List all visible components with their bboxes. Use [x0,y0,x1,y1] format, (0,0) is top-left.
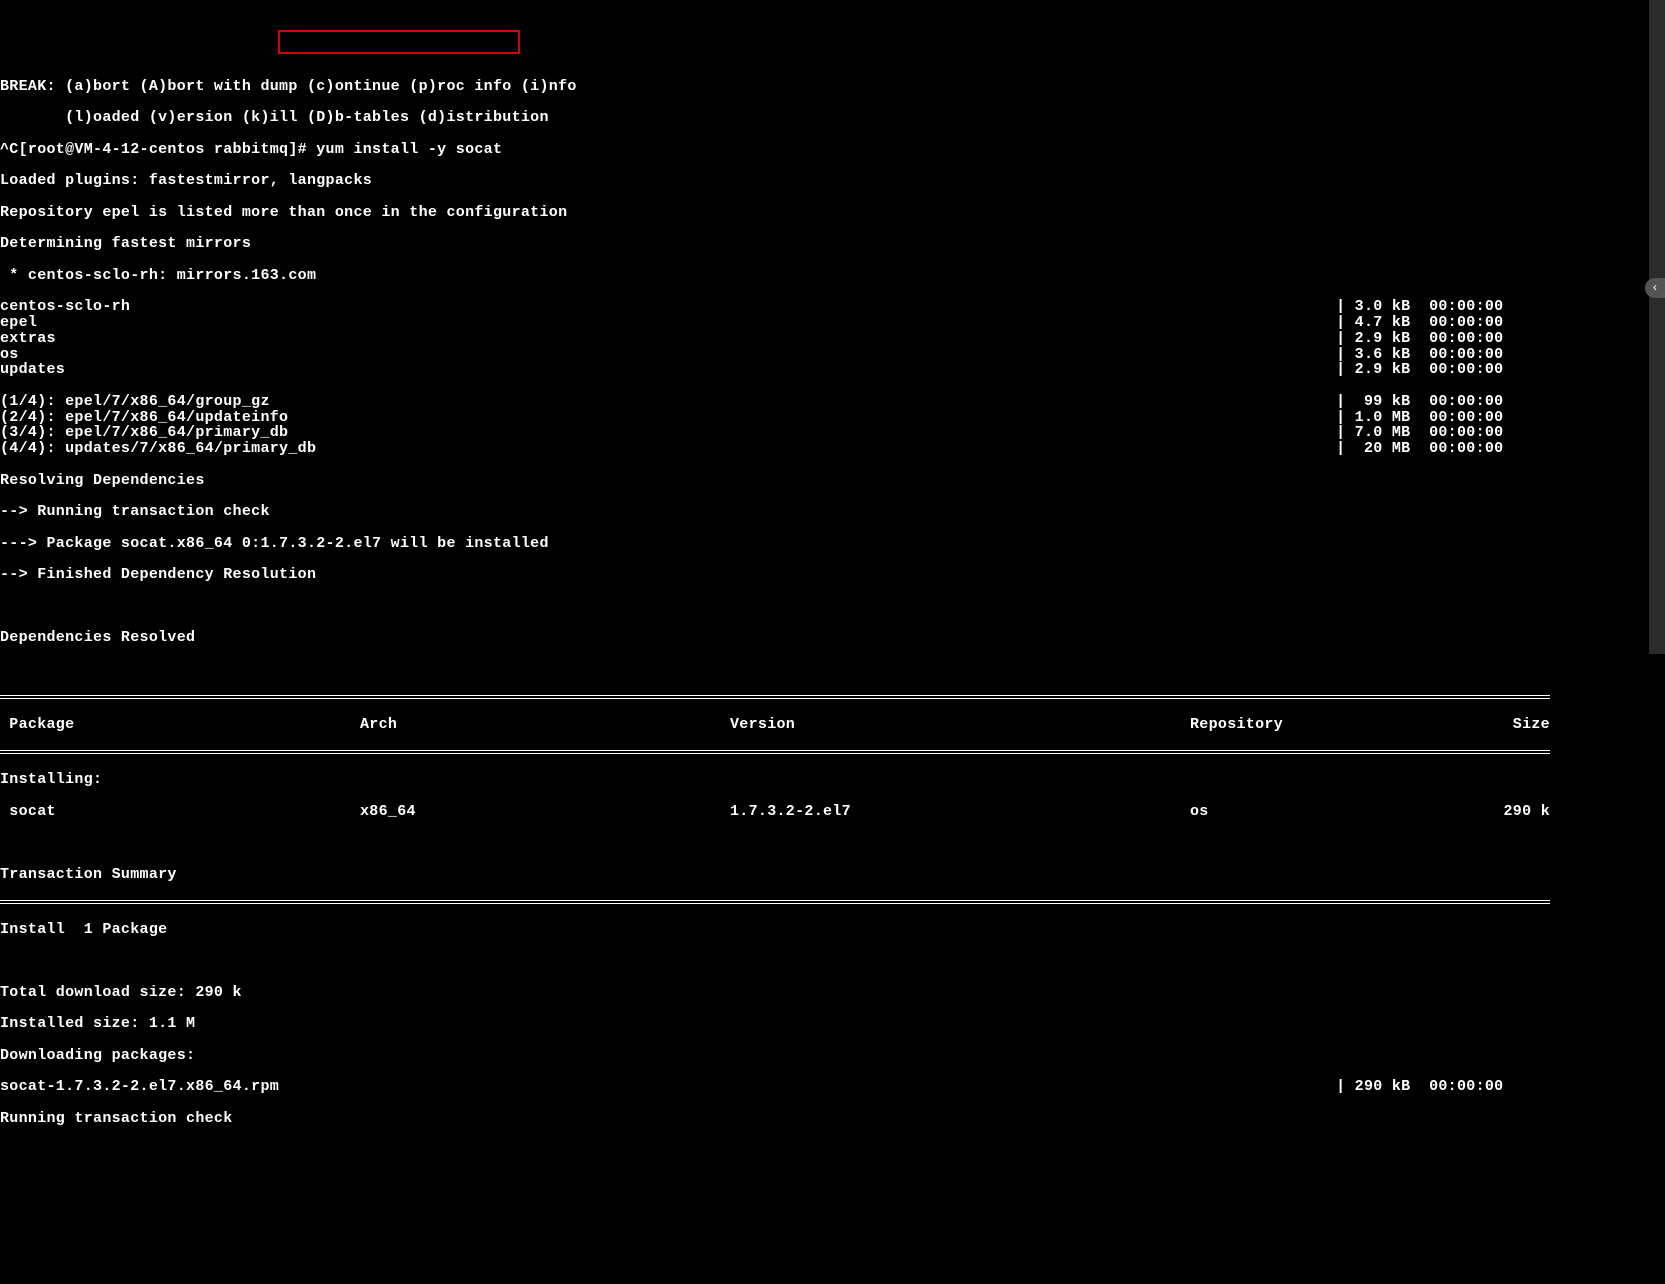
td-arch: x86_64 [360,804,730,820]
repo-row: centos-sclo-rh | 3.0 kB 00:00:00 [0,299,1550,315]
download-meta: | 1.0 MB 00:00:00 [1336,410,1550,426]
repo-row: os | 3.6 kB 00:00:00 [0,347,1550,363]
det-mirrors-line: Determining fastest mirrors [0,236,1665,252]
repo-meta: | 4.7 kB 00:00:00 [1336,315,1550,331]
repo-name: centos-sclo-rh [0,299,130,315]
th-version: Version [730,717,1190,733]
finres-line: --> Finished Dependency Resolution [0,567,1665,583]
mirror-line: * centos-sclo-rh: mirrors.163.com [0,268,1665,284]
repo-row: epel | 4.7 kB 00:00:00 [0,315,1550,331]
blank [0,662,1665,678]
blank [0,599,1665,615]
download-label: (4/4): updates/7/x86_64/primary_db [0,441,316,457]
repo-name: extras [0,331,56,347]
download-label: (1/4): epel/7/x86_64/group_gz [0,394,270,410]
download-row: (1/4): epel/7/x86_64/group_gz | 99 kB 00:… [0,394,1550,410]
prompt-prefix: ^C[root@VM-4-12-centos rabbitmq]# [0,141,316,158]
rpm-download-row: socat-1.7.3.2-2.el7.x86_64.rpm | 290 kB … [0,1079,1550,1095]
dlpkgs-line: Downloading packages: [0,1048,1665,1064]
blank [0,953,1665,969]
td-repository: os [1190,804,1500,820]
download-meta: | 99 kB 00:00:00 [1336,394,1550,410]
td-size: 290 k [1500,804,1550,820]
side-arrow-icon[interactable]: ‹ [1645,278,1665,298]
download-row: (2/4): epel/7/x86_64/updateinfo | 1.0 MB … [0,410,1550,426]
install-count-line: Install 1 Package [0,922,1665,938]
hr-double [0,750,1550,754]
resolving-line: Resolving Dependencies [0,473,1665,489]
break-line-2: (l)oaded (v)ersion (k)ill (D)b-tables (d… [0,110,1665,126]
scrollbar-track[interactable] [1649,0,1665,654]
command-text: yum install -y socat [316,141,502,158]
repo-row: updates | 2.9 kB 00:00:00 [0,362,1550,378]
repo-epel-line: Repository epel is listed more than once… [0,205,1665,221]
download-row: (4/4): updates/7/x86_64/primary_db | 20 M… [0,441,1550,457]
repo-meta: | 3.6 kB 00:00:00 [1336,347,1550,363]
repo-meta: | 3.0 kB 00:00:00 [1336,299,1550,315]
th-arch: Arch [360,717,730,733]
rpm-meta: | 290 kB 00:00:00 [1336,1079,1550,1095]
totaldl-line: Total download size: 290 k [0,985,1665,1001]
depres-line: Dependencies Resolved [0,630,1665,646]
terminal-output[interactable]: BREAK: (a)bort (A)bort with dump (c)onti… [0,63,1665,1142]
download-label: (2/4): epel/7/x86_64/updateinfo [0,410,288,426]
td-package: socat [0,804,360,820]
table-row: socat x86_64 1.7.3.2-2.el7 os 290 k [0,804,1550,820]
download-label: (3/4): epel/7/x86_64/primary_db [0,425,288,441]
prompt-line: ^C[root@VM-4-12-centos rabbitmq]# yum in… [0,142,1665,158]
blank [0,835,1665,851]
plugins-line: Loaded plugins: fastestmirror, langpacks [0,173,1665,189]
repo-name: os [0,347,19,363]
highlight-box [278,30,520,54]
download-meta: | 7.0 MB 00:00:00 [1336,425,1550,441]
rpm-name: socat-1.7.3.2-2.el7.x86_64.rpm [0,1079,279,1095]
repo-meta: | 2.9 kB 00:00:00 [1336,362,1550,378]
td-version: 1.7.3.2-2.el7 [730,804,1190,820]
repo-name: epel [0,315,37,331]
tsummary-line: Transaction Summary [0,867,1665,883]
th-repository: Repository [1190,717,1500,733]
repo-meta: | 2.9 kB 00:00:00 [1336,331,1550,347]
repo-row: extras | 2.9 kB 00:00:00 [0,331,1550,347]
download-meta: | 20 MB 00:00:00 [1336,441,1550,457]
table-header: Package Arch Version Repository Size [0,717,1550,733]
instsize-line: Installed size: 1.1 M [0,1016,1665,1032]
installing-line: Installing: [0,772,1665,788]
hr-double [0,695,1550,699]
break-line: BREAK: (a)bort (A)bort with dump (c)onti… [0,79,1665,95]
runcheck-line: --> Running transaction check [0,504,1665,520]
th-size: Size [1500,717,1550,733]
runtcheck-line: Running transaction check [0,1111,1665,1127]
th-package: Package [0,717,360,733]
download-row: (3/4): epel/7/x86_64/primary_db | 7.0 MB … [0,425,1550,441]
hr-double [0,900,1550,904]
pkginst-line: ---> Package socat.x86_64 0:1.7.3.2-2.el… [0,536,1665,552]
repo-name: updates [0,362,65,378]
